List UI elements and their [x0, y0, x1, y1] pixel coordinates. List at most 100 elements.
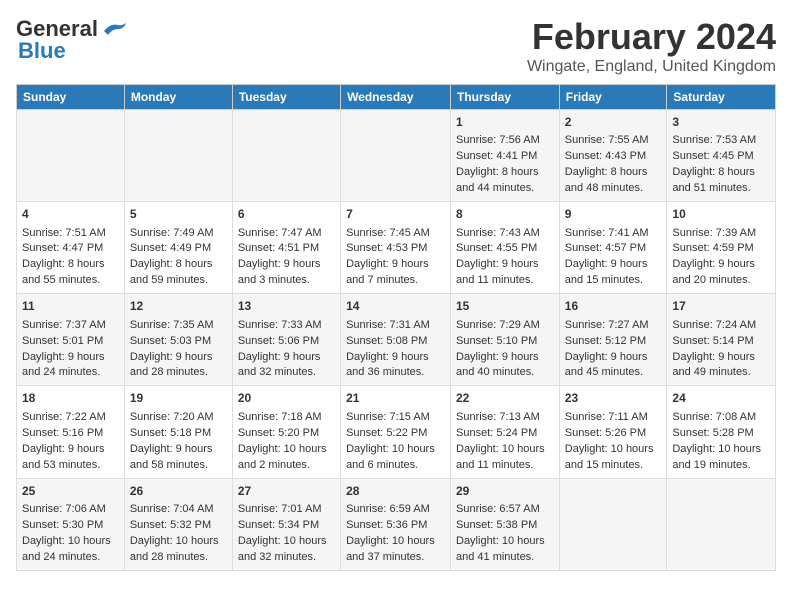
day-info: Sunset: 5:24 PM	[456, 426, 554, 442]
page-title: February 2024	[527, 16, 776, 58]
day-info: and 49 minutes.	[672, 365, 770, 381]
day-number: 1	[456, 114, 554, 131]
calendar-cell	[667, 478, 776, 570]
calendar-cell: 23Sunrise: 7:11 AMSunset: 5:26 PMDayligh…	[559, 386, 667, 478]
day-info: Daylight: 9 hours	[22, 350, 119, 366]
page-subtitle: Wingate, England, United Kingdom	[527, 58, 776, 76]
calendar-cell: 18Sunrise: 7:22 AMSunset: 5:16 PMDayligh…	[17, 386, 125, 478]
day-number: 14	[346, 298, 445, 315]
day-info: Sunset: 4:57 PM	[565, 241, 662, 257]
day-info: and 48 minutes.	[565, 181, 662, 197]
day-info: Daylight: 8 hours	[456, 165, 554, 181]
day-info: and 37 minutes.	[346, 550, 445, 566]
day-info: and 28 minutes.	[130, 365, 227, 381]
day-info: Daylight: 10 hours	[565, 442, 662, 458]
day-info: and 55 minutes.	[22, 273, 119, 289]
day-info: and 15 minutes.	[565, 458, 662, 474]
day-info: Sunrise: 7:39 AM	[672, 226, 770, 242]
day-info: and 2 minutes.	[238, 458, 335, 474]
calendar-cell: 28Sunrise: 6:59 AMSunset: 5:36 PMDayligh…	[341, 478, 451, 570]
day-info: Daylight: 9 hours	[672, 350, 770, 366]
day-header-sunday: Sunday	[17, 85, 125, 110]
calendar-cell	[17, 110, 125, 202]
calendar-cell: 20Sunrise: 7:18 AMSunset: 5:20 PMDayligh…	[232, 386, 340, 478]
calendar-cell: 11Sunrise: 7:37 AMSunset: 5:01 PMDayligh…	[17, 294, 125, 386]
calendar-cell: 9Sunrise: 7:41 AMSunset: 4:57 PMDaylight…	[559, 202, 667, 294]
calendar-cell: 21Sunrise: 7:15 AMSunset: 5:22 PMDayligh…	[341, 386, 451, 478]
day-header-tuesday: Tuesday	[232, 85, 340, 110]
calendar-week-4: 18Sunrise: 7:22 AMSunset: 5:16 PMDayligh…	[17, 386, 776, 478]
day-info: Sunrise: 7:08 AM	[672, 410, 770, 426]
calendar-cell: 7Sunrise: 7:45 AMSunset: 4:53 PMDaylight…	[341, 202, 451, 294]
day-info: Sunrise: 7:35 AM	[130, 318, 227, 334]
day-number: 5	[130, 206, 227, 223]
day-info: and 11 minutes.	[456, 273, 554, 289]
day-info: Daylight: 9 hours	[130, 442, 227, 458]
day-info: Sunrise: 7:15 AM	[346, 410, 445, 426]
day-info: Sunset: 5:14 PM	[672, 334, 770, 350]
calendar-week-2: 4Sunrise: 7:51 AMSunset: 4:47 PMDaylight…	[17, 202, 776, 294]
calendar-table: SundayMondayTuesdayWednesdayThursdayFrid…	[16, 84, 776, 571]
day-info: Sunrise: 7:51 AM	[22, 226, 119, 242]
day-info: Daylight: 9 hours	[456, 350, 554, 366]
day-number: 10	[672, 206, 770, 223]
day-info: Sunrise: 7:33 AM	[238, 318, 335, 334]
day-header-wednesday: Wednesday	[341, 85, 451, 110]
day-info: Daylight: 10 hours	[238, 442, 335, 458]
day-info: Daylight: 9 hours	[565, 257, 662, 273]
day-number: 6	[238, 206, 335, 223]
day-number: 21	[346, 390, 445, 407]
day-info: and 53 minutes.	[22, 458, 119, 474]
calendar-cell: 22Sunrise: 7:13 AMSunset: 5:24 PMDayligh…	[451, 386, 560, 478]
day-info: and 32 minutes.	[238, 365, 335, 381]
day-info: Sunrise: 7:18 AM	[238, 410, 335, 426]
day-info: Sunset: 5:10 PM	[456, 334, 554, 350]
calendar-cell	[232, 110, 340, 202]
calendar-week-1: 1Sunrise: 7:56 AMSunset: 4:41 PMDaylight…	[17, 110, 776, 202]
day-info: Sunrise: 7:27 AM	[565, 318, 662, 334]
calendar-cell: 19Sunrise: 7:20 AMSunset: 5:18 PMDayligh…	[124, 386, 232, 478]
day-info: Sunrise: 7:55 AM	[565, 133, 662, 149]
day-info: Sunrise: 7:01 AM	[238, 502, 335, 518]
day-info: Sunrise: 7:49 AM	[130, 226, 227, 242]
calendar-cell: 10Sunrise: 7:39 AMSunset: 4:59 PMDayligh…	[667, 202, 776, 294]
day-info: Daylight: 9 hours	[238, 350, 335, 366]
day-info: and 40 minutes.	[456, 365, 554, 381]
day-number: 20	[238, 390, 335, 407]
day-info: Sunset: 5:22 PM	[346, 426, 445, 442]
day-info: and 41 minutes.	[456, 550, 554, 566]
day-number: 23	[565, 390, 662, 407]
day-info: and 11 minutes.	[456, 458, 554, 474]
day-info: Sunset: 5:03 PM	[130, 334, 227, 350]
day-info: Sunset: 5:36 PM	[346, 518, 445, 534]
day-number: 9	[565, 206, 662, 223]
calendar-cell: 26Sunrise: 7:04 AMSunset: 5:32 PMDayligh…	[124, 478, 232, 570]
calendar-cell: 13Sunrise: 7:33 AMSunset: 5:06 PMDayligh…	[232, 294, 340, 386]
day-info: Daylight: 10 hours	[238, 534, 335, 550]
day-info: Sunset: 4:53 PM	[346, 241, 445, 257]
day-info: Daylight: 10 hours	[130, 534, 227, 550]
day-info: and 36 minutes.	[346, 365, 445, 381]
day-number: 22	[456, 390, 554, 407]
day-info: and 19 minutes.	[672, 458, 770, 474]
logo: General Blue	[16, 16, 128, 64]
day-number: 13	[238, 298, 335, 315]
day-info: Daylight: 10 hours	[672, 442, 770, 458]
calendar-cell: 27Sunrise: 7:01 AMSunset: 5:34 PMDayligh…	[232, 478, 340, 570]
day-info: and 59 minutes.	[130, 273, 227, 289]
calendar-cell: 17Sunrise: 7:24 AMSunset: 5:14 PMDayligh…	[667, 294, 776, 386]
calendar-cell	[559, 478, 667, 570]
day-info: Daylight: 9 hours	[565, 350, 662, 366]
day-info: Daylight: 10 hours	[456, 534, 554, 550]
day-info: Daylight: 9 hours	[456, 257, 554, 273]
day-info: Daylight: 9 hours	[346, 257, 445, 273]
day-number: 29	[456, 483, 554, 500]
calendar-cell: 6Sunrise: 7:47 AMSunset: 4:51 PMDaylight…	[232, 202, 340, 294]
day-info: Sunset: 5:16 PM	[22, 426, 119, 442]
day-info: Sunrise: 7:45 AM	[346, 226, 445, 242]
day-info: Sunrise: 7:29 AM	[456, 318, 554, 334]
day-info: Sunset: 5:38 PM	[456, 518, 554, 534]
calendar-cell: 8Sunrise: 7:43 AMSunset: 4:55 PMDaylight…	[451, 202, 560, 294]
day-info: Sunrise: 7:37 AM	[22, 318, 119, 334]
day-info: and 15 minutes.	[565, 273, 662, 289]
